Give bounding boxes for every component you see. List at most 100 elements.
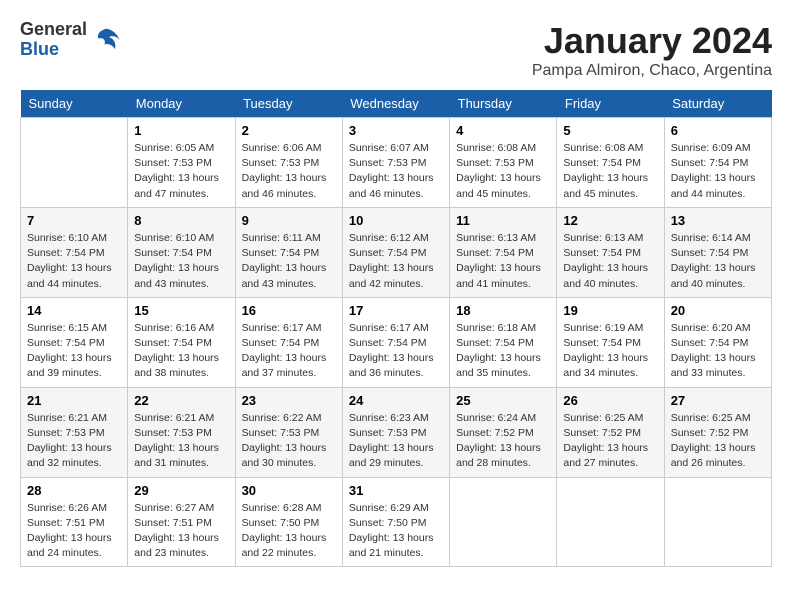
logo-blue: Blue — [20, 40, 87, 60]
calendar-table: SundayMondayTuesdayWednesdayThursdayFrid… — [20, 90, 772, 567]
day-header: Tuesday — [235, 90, 342, 118]
day-info: Sunrise: 6:17 AMSunset: 7:54 PMDaylight:… — [349, 321, 443, 382]
day-number: 4 — [456, 123, 550, 138]
logo-text: General Blue — [20, 20, 87, 60]
day-info: Sunrise: 6:19 AMSunset: 7:54 PMDaylight:… — [563, 321, 657, 382]
calendar-cell: 23 Sunrise: 6:22 AMSunset: 7:53 PMDayligh… — [235, 387, 342, 477]
day-number: 29 — [134, 483, 228, 498]
calendar-cell: 5 Sunrise: 6:08 AMSunset: 7:54 PMDaylight… — [557, 118, 664, 208]
calendar-cell: 19 Sunrise: 6:19 AMSunset: 7:54 PMDayligh… — [557, 297, 664, 387]
calendar-cell: 31 Sunrise: 6:29 AMSunset: 7:50 PMDayligh… — [342, 477, 449, 567]
day-info: Sunrise: 6:25 AMSunset: 7:52 PMDaylight:… — [671, 411, 765, 472]
day-info: Sunrise: 6:08 AMSunset: 7:53 PMDaylight:… — [456, 141, 550, 202]
day-info: Sunrise: 6:07 AMSunset: 7:53 PMDaylight:… — [349, 141, 443, 202]
day-info: Sunrise: 6:22 AMSunset: 7:53 PMDaylight:… — [242, 411, 336, 472]
calendar-cell: 29 Sunrise: 6:27 AMSunset: 7:51 PMDayligh… — [128, 477, 235, 567]
calendar-cell: 16 Sunrise: 6:17 AMSunset: 7:54 PMDayligh… — [235, 297, 342, 387]
day-number: 3 — [349, 123, 443, 138]
day-number: 30 — [242, 483, 336, 498]
day-header: Saturday — [664, 90, 771, 118]
page-header: General Blue January 2024 Pampa Almiron,… — [20, 20, 772, 80]
subtitle: Pampa Almiron, Chaco, Argentina — [532, 62, 772, 80]
day-number: 15 — [134, 303, 228, 318]
day-header: Thursday — [450, 90, 557, 118]
calendar-cell: 4 Sunrise: 6:08 AMSunset: 7:53 PMDaylight… — [450, 118, 557, 208]
calendar-cell: 8Sunrise: 6:10 AMSunset: 7:54 PMDaylight… — [128, 207, 235, 297]
day-number: 10 — [349, 213, 443, 228]
calendar-cell: 6 Sunrise: 6:09 AMSunset: 7:54 PMDaylight… — [664, 118, 771, 208]
day-number: 11 — [456, 213, 550, 228]
logo-general: General — [20, 20, 87, 40]
day-number: 8 — [134, 213, 228, 228]
day-info: Sunrise: 6:16 AMSunset: 7:54 PMDaylight:… — [134, 321, 228, 382]
calendar-week-row: 21 Sunrise: 6:21 AMSunset: 7:53 PMDayligh… — [21, 387, 772, 477]
calendar-cell: 10 Sunrise: 6:12 AMSunset: 7:54 PMDayligh… — [342, 207, 449, 297]
calendar-cell: 9Sunrise: 6:11 AMSunset: 7:54 PMDaylight… — [235, 207, 342, 297]
day-header: Sunday — [21, 90, 128, 118]
day-info: Sunrise: 6:21 AMSunset: 7:53 PMDaylight:… — [27, 411, 121, 472]
calendar-cell: 14Sunrise: 6:15 AMSunset: 7:54 PMDayligh… — [21, 297, 128, 387]
calendar-cell: 22 Sunrise: 6:21 AMSunset: 7:53 PMDayligh… — [128, 387, 235, 477]
day-number: 18 — [456, 303, 550, 318]
day-number: 22 — [134, 393, 228, 408]
calendar-cell: 20 Sunrise: 6:20 AMSunset: 7:54 PMDayligh… — [664, 297, 771, 387]
title-block: January 2024 Pampa Almiron, Chaco, Argen… — [532, 20, 772, 80]
main-title: January 2024 — [532, 20, 772, 62]
calendar-cell — [664, 477, 771, 567]
calendar-week-row: 7Sunrise: 6:10 AMSunset: 7:54 PMDaylight… — [21, 207, 772, 297]
day-number: 24 — [349, 393, 443, 408]
day-info: Sunrise: 6:08 AMSunset: 7:54 PMDaylight:… — [563, 141, 657, 202]
day-number: 6 — [671, 123, 765, 138]
day-number: 21 — [27, 393, 121, 408]
calendar-cell: 18 Sunrise: 6:18 AMSunset: 7:54 PMDayligh… — [450, 297, 557, 387]
day-number: 16 — [242, 303, 336, 318]
day-number: 1 — [134, 123, 228, 138]
calendar-cell: 15 Sunrise: 6:16 AMSunset: 7:54 PMDayligh… — [128, 297, 235, 387]
day-info: Sunrise: 6:24 AMSunset: 7:52 PMDaylight:… — [456, 411, 550, 472]
calendar-cell: 17 Sunrise: 6:17 AMSunset: 7:54 PMDayligh… — [342, 297, 449, 387]
day-number: 17 — [349, 303, 443, 318]
calendar-cell: 7Sunrise: 6:10 AMSunset: 7:54 PMDaylight… — [21, 207, 128, 297]
day-info: Sunrise: 6:11 AMSunset: 7:54 PMDaylight:… — [242, 231, 336, 292]
calendar-cell: 2 Sunrise: 6:06 AMSunset: 7:53 PMDaylight… — [235, 118, 342, 208]
day-header: Monday — [128, 90, 235, 118]
day-number: 28 — [27, 483, 121, 498]
day-info: Sunrise: 6:18 AMSunset: 7:54 PMDaylight:… — [456, 321, 550, 382]
calendar-cell — [557, 477, 664, 567]
day-number: 23 — [242, 393, 336, 408]
day-number: 2 — [242, 123, 336, 138]
day-number: 20 — [671, 303, 765, 318]
calendar-cell: 27 Sunrise: 6:25 AMSunset: 7:52 PMDayligh… — [664, 387, 771, 477]
day-info: Sunrise: 6:17 AMSunset: 7:54 PMDaylight:… — [242, 321, 336, 382]
logo-bird-icon — [91, 25, 121, 55]
day-info: Sunrise: 6:09 AMSunset: 7:54 PMDaylight:… — [671, 141, 765, 202]
day-info: Sunrise: 6:25 AMSunset: 7:52 PMDaylight:… — [563, 411, 657, 472]
day-number: 26 — [563, 393, 657, 408]
calendar-cell: 26 Sunrise: 6:25 AMSunset: 7:52 PMDayligh… — [557, 387, 664, 477]
day-info: Sunrise: 6:21 AMSunset: 7:53 PMDaylight:… — [134, 411, 228, 472]
day-info: Sunrise: 6:29 AMSunset: 7:50 PMDaylight:… — [349, 501, 443, 562]
day-info: Sunrise: 6:05 AMSunset: 7:53 PMDaylight:… — [134, 141, 228, 202]
day-info: Sunrise: 6:23 AMSunset: 7:53 PMDaylight:… — [349, 411, 443, 472]
calendar-cell: 24 Sunrise: 6:23 AMSunset: 7:53 PMDayligh… — [342, 387, 449, 477]
day-number: 31 — [349, 483, 443, 498]
day-number: 19 — [563, 303, 657, 318]
calendar-week-row: 28 Sunrise: 6:26 AMSunset: 7:51 PMDayligh… — [21, 477, 772, 567]
day-info: Sunrise: 6:14 AMSunset: 7:54 PMDaylight:… — [671, 231, 765, 292]
calendar-cell: 12Sunrise: 6:13 AMSunset: 7:54 PMDayligh… — [557, 207, 664, 297]
day-info: Sunrise: 6:10 AMSunset: 7:54 PMDaylight:… — [27, 231, 121, 292]
calendar-week-row: 1 Sunrise: 6:05 AMSunset: 7:53 PMDaylight… — [21, 118, 772, 208]
calendar-cell: 1 Sunrise: 6:05 AMSunset: 7:53 PMDaylight… — [128, 118, 235, 208]
day-number: 27 — [671, 393, 765, 408]
day-info: Sunrise: 6:26 AMSunset: 7:51 PMDaylight:… — [27, 501, 121, 562]
day-info: Sunrise: 6:27 AMSunset: 7:51 PMDaylight:… — [134, 501, 228, 562]
calendar-cell: 11Sunrise: 6:13 AMSunset: 7:54 PMDayligh… — [450, 207, 557, 297]
day-info: Sunrise: 6:28 AMSunset: 7:50 PMDaylight:… — [242, 501, 336, 562]
calendar-cell: 21 Sunrise: 6:21 AMSunset: 7:53 PMDayligh… — [21, 387, 128, 477]
calendar-cell — [450, 477, 557, 567]
day-info: Sunrise: 6:12 AMSunset: 7:54 PMDaylight:… — [349, 231, 443, 292]
day-number: 5 — [563, 123, 657, 138]
calendar-cell: 30 Sunrise: 6:28 AMSunset: 7:50 PMDayligh… — [235, 477, 342, 567]
day-info: Sunrise: 6:20 AMSunset: 7:54 PMDaylight:… — [671, 321, 765, 382]
day-info: Sunrise: 6:06 AMSunset: 7:53 PMDaylight:… — [242, 141, 336, 202]
